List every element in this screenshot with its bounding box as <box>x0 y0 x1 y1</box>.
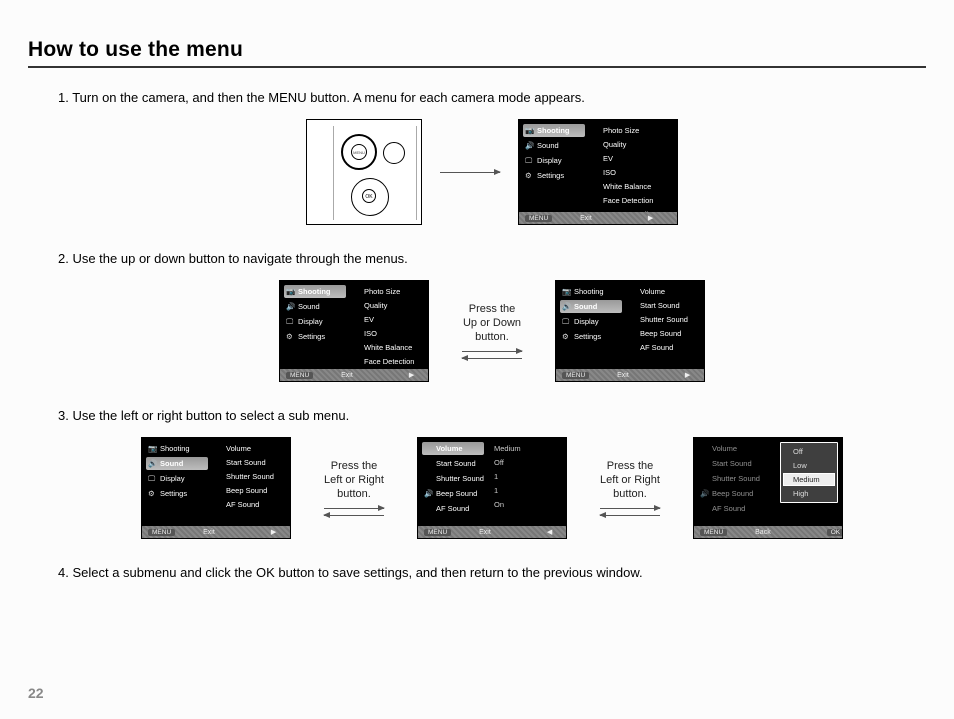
menu-button-icon: MENU <box>341 134 377 170</box>
arrow-left-icon <box>600 515 660 516</box>
nav-wheel-icon: OK <box>351 178 389 216</box>
step-1-text: 1. Turn on the camera, and then the MENU… <box>58 90 926 105</box>
submenu-item: ISO <box>589 166 673 179</box>
submenu-item: White Balance <box>589 180 673 193</box>
option-off: Off <box>783 445 835 458</box>
menu-item-sound: 🔊Sound <box>523 139 585 152</box>
lcd-footer: MENUExit ▶Change <box>519 212 677 224</box>
arrow-updown-group: Press the Up or Down button. <box>447 303 537 358</box>
arrow-right-icon <box>324 508 384 509</box>
arrow-left-icon <box>462 358 522 359</box>
option-high: High <box>783 487 835 500</box>
lcd-sound-leftpane: 📷Shooting 🔊Sound 🖵Display ⚙Settings Volu… <box>141 437 291 539</box>
arrow-leftright-group-1: Press the Left or Right button. <box>309 460 399 515</box>
page-number: 22 <box>28 685 44 701</box>
lcd-shooting-menu: 📷Shooting 🔊Sound 🖵Display ⚙Settings Phot… <box>518 119 678 225</box>
page-title: How to use the menu <box>28 38 926 68</box>
camera-back-diagram: MENU OK <box>306 119 422 225</box>
lcd-sound-menu: 📷Shooting 🔊Sound 🖵Display ⚙Settings Volu… <box>555 280 705 382</box>
arrow-right-icon <box>440 172 500 173</box>
option-low: Low <box>783 459 835 472</box>
submenu-item: Face Detection <box>589 194 673 207</box>
figure-row-1: MENU OK 📷Shooting 🔊Sound 🖵Display ⚙Setti… <box>58 119 926 225</box>
menu-item-shooting: 📷Shooting <box>523 124 585 137</box>
caption-updown: Press the Up or Down button. <box>447 303 537 344</box>
lcd-shooting-menu-2: 📷Shooting 🔊Sound 🖵Display ⚙Settings Phot… <box>279 280 429 382</box>
arrow-left-icon <box>324 515 384 516</box>
step-4-text: 4. Select a submenu and click the OK but… <box>58 565 926 580</box>
menu-item-settings: ⚙Settings <box>523 169 585 182</box>
lcd-sound-submenu: Volume Start Sound Shutter Sound 🔊Beep S… <box>417 437 567 539</box>
submenu-item: Photo Size <box>589 124 673 137</box>
figure-row-2: 📷Shooting 🔊Sound 🖵Display ⚙Settings Phot… <box>58 280 926 382</box>
figure-row-3: 📷Shooting 🔊Sound 🖵Display ⚙Settings Volu… <box>58 437 926 539</box>
lcd-volume-options: Volume Start Sound Shutter Sound 🔊Beep S… <box>693 437 843 539</box>
caption-leftright-2: Press the Left or Right button. <box>585 460 675 501</box>
step-2-text: 2. Use the up or down button to navigate… <box>58 251 926 266</box>
submenu-item: EV <box>589 152 673 165</box>
step-3-text: 3. Use the left or right button to selec… <box>58 408 926 423</box>
mode-button-icon <box>383 142 405 164</box>
option-medium: Medium <box>783 473 835 486</box>
submenu-item: Quality <box>589 138 673 151</box>
menu-item-display: 🖵Display <box>523 154 585 167</box>
arrow-right-icon <box>600 508 660 509</box>
caption-leftright-1: Press the Left or Right button. <box>309 460 399 501</box>
arrow-leftright-group-2: Press the Left or Right button. <box>585 460 675 515</box>
arrow-right-icon <box>462 351 522 352</box>
